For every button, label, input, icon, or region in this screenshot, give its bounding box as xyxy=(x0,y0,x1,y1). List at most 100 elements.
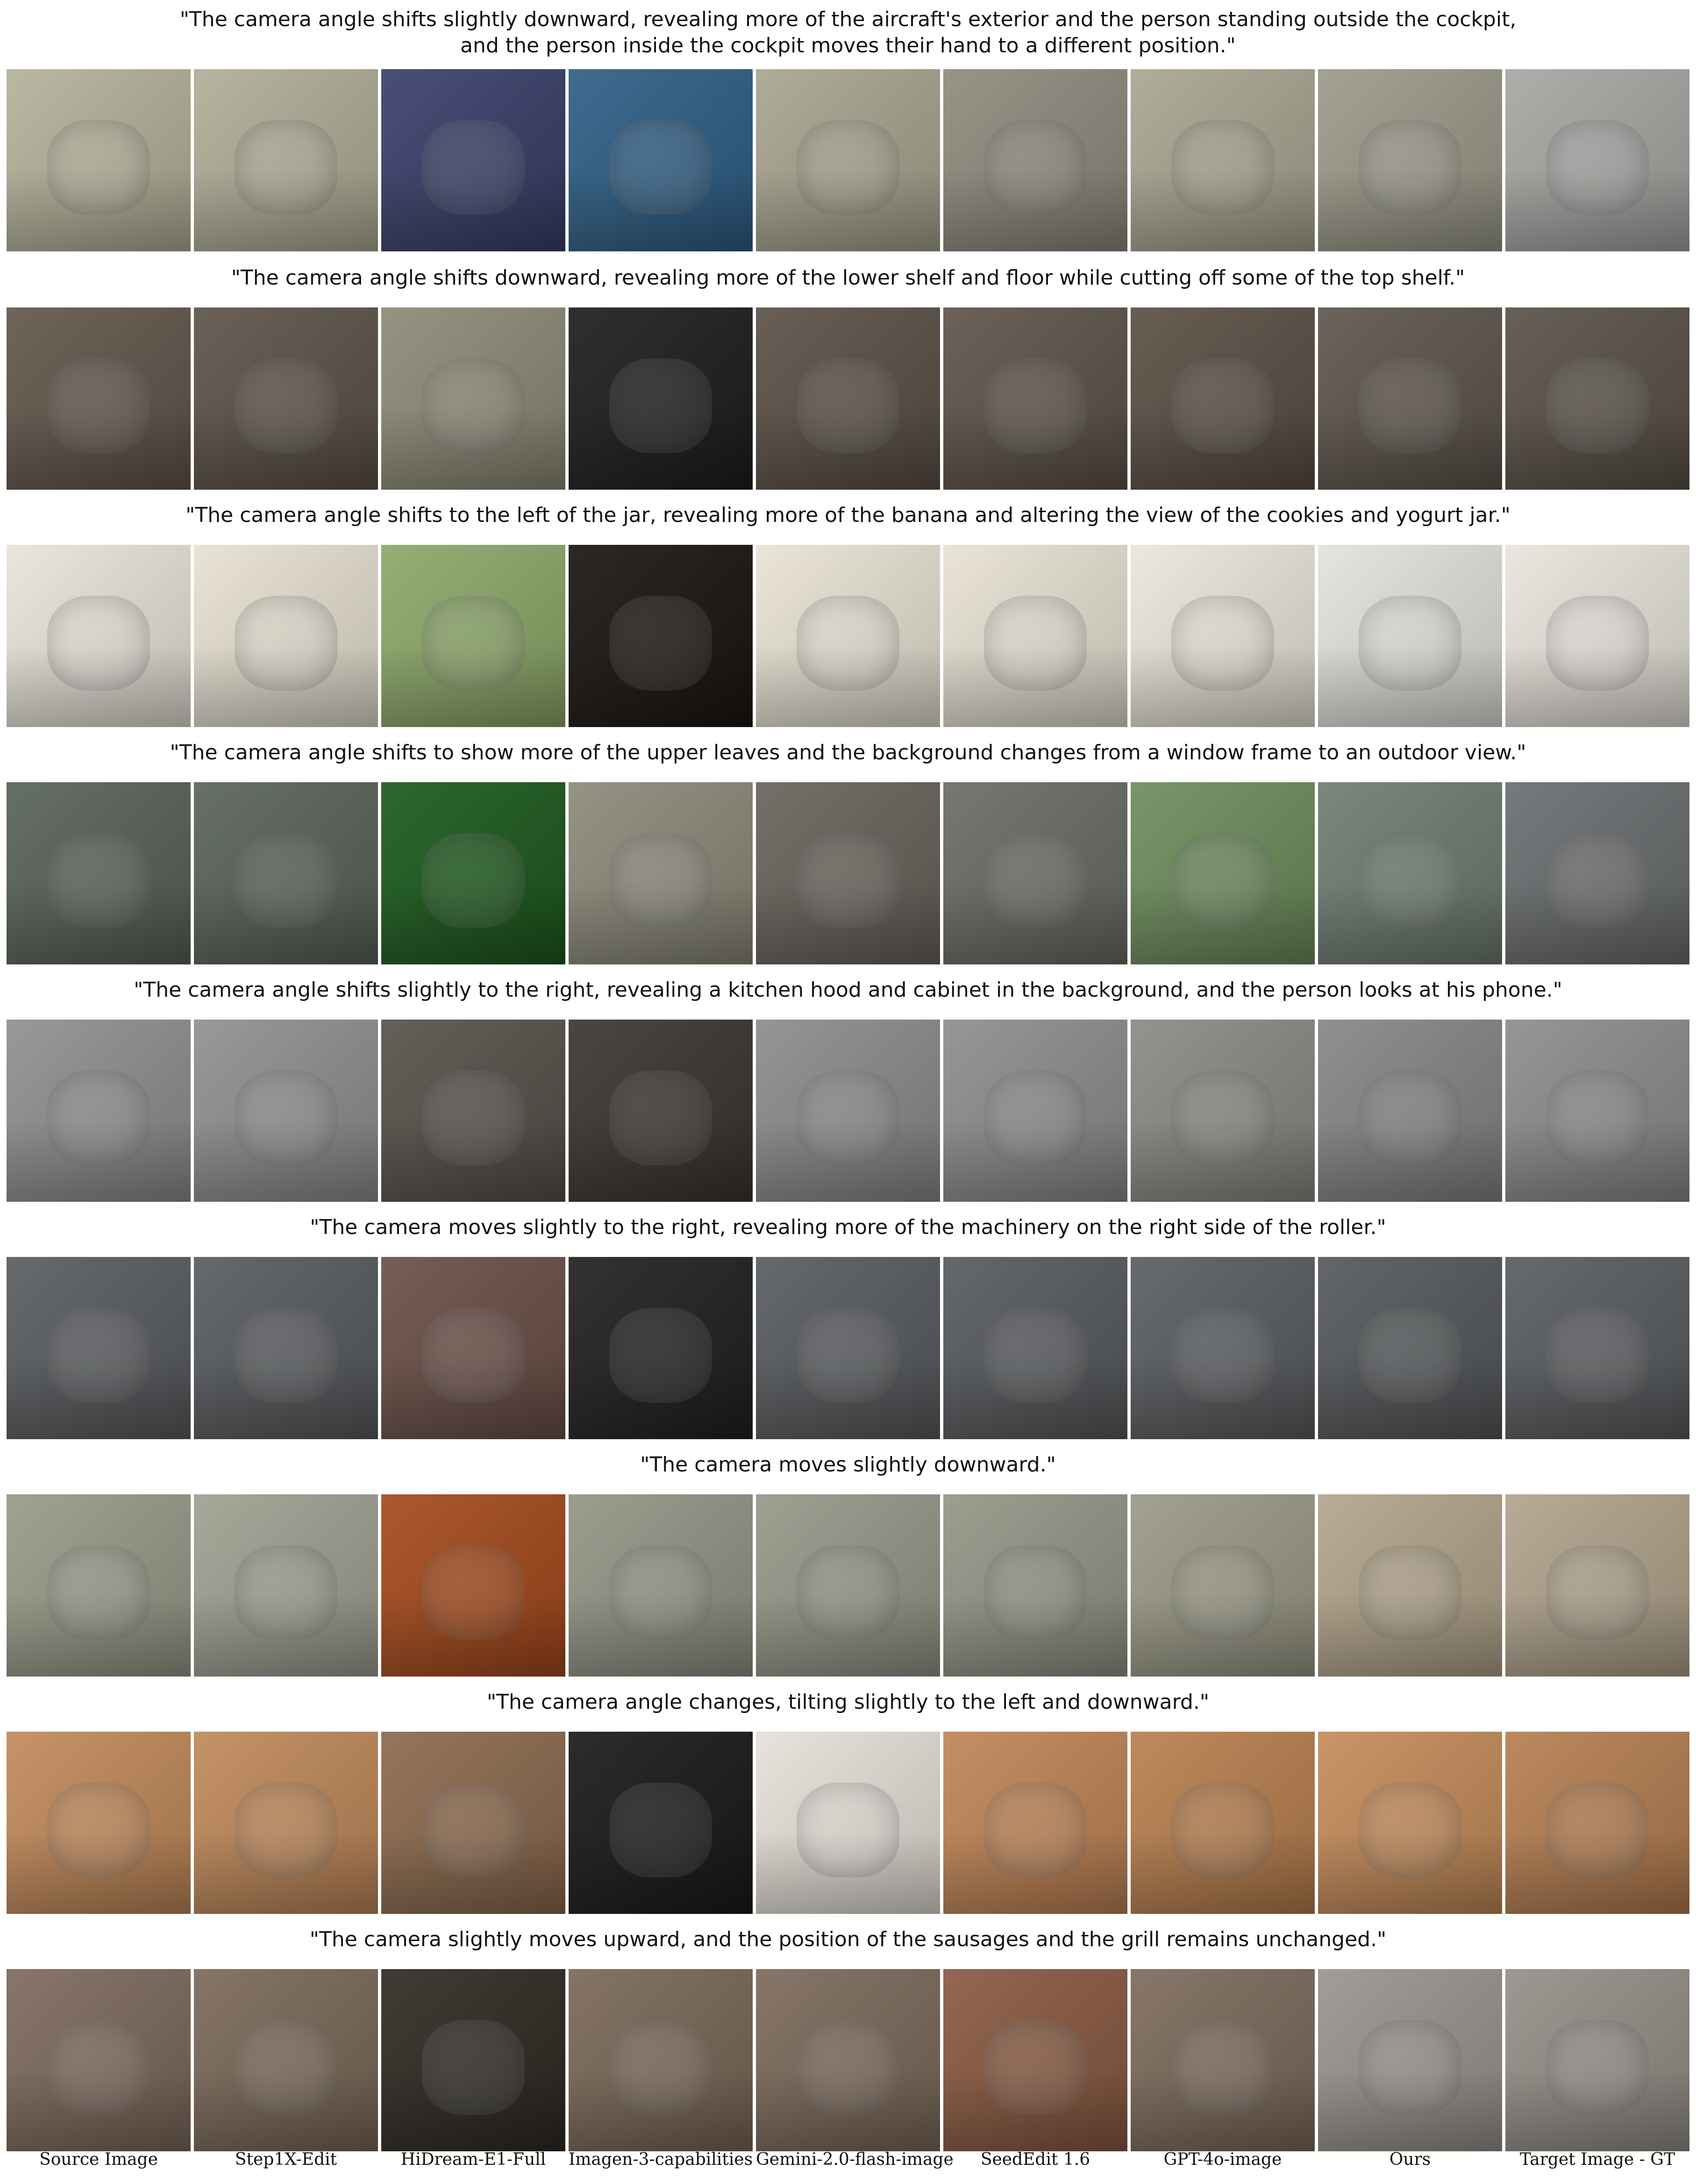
image-subject xyxy=(234,833,338,928)
image-subject xyxy=(609,1783,713,1877)
image-subject xyxy=(796,1545,900,1640)
comparison-row: "The camera slightly moves upward, and t… xyxy=(0,1914,1696,2151)
result-image xyxy=(381,1257,565,1439)
result-image xyxy=(1131,307,1315,490)
row-caption: "The camera angle shifts to the left of … xyxy=(185,503,1511,527)
result-image xyxy=(943,782,1127,964)
image-subject xyxy=(1546,833,1649,928)
image-subject xyxy=(421,1071,525,1165)
row-caption: "The camera angle shifts slightly to the… xyxy=(134,978,1562,1002)
result-image xyxy=(943,1732,1127,1914)
image-subject xyxy=(1546,1783,1649,1877)
image-subject xyxy=(609,1308,713,1403)
image-subject xyxy=(609,120,713,215)
result-image xyxy=(1318,1257,1502,1439)
result-image xyxy=(1131,1969,1315,2151)
image-subject xyxy=(1171,1545,1275,1640)
image-subject xyxy=(1171,1783,1275,1877)
image-subject xyxy=(983,1783,1087,1877)
row-caption: "The camera angle shifts slightly downwa… xyxy=(179,7,1517,57)
row-caption: "The camera angle shifts to show more of… xyxy=(170,741,1526,764)
result-image xyxy=(756,1257,940,1439)
result-image xyxy=(1318,1494,1502,1677)
image-subject xyxy=(983,2020,1087,2115)
result-image xyxy=(569,1732,753,1914)
image-subject xyxy=(796,596,900,691)
image-subject xyxy=(234,2020,338,2115)
result-image xyxy=(943,1494,1127,1677)
result-image xyxy=(943,69,1127,251)
image-subject xyxy=(983,1071,1087,1165)
image-subject xyxy=(1358,1308,1462,1403)
result-image xyxy=(194,1969,378,2151)
result-image xyxy=(194,307,378,490)
image-strip xyxy=(7,1969,1689,2151)
comparison-row: "The camera angle shifts to the left of … xyxy=(0,490,1696,727)
result-image xyxy=(194,1494,378,1677)
result-image xyxy=(1318,69,1502,251)
row-caption: "The camera moves slightly to the right,… xyxy=(310,1215,1386,1239)
image-subject xyxy=(1358,2020,1462,2115)
image-subject xyxy=(421,358,525,453)
image-subject xyxy=(47,1545,150,1640)
image-strip xyxy=(7,1494,1689,1677)
result-image xyxy=(1131,1257,1315,1439)
image-subject xyxy=(609,358,713,453)
comparison-row: "The camera moves slightly downward." xyxy=(0,1439,1696,1677)
comparison-row: "The camera moves slightly to the right,… xyxy=(0,1202,1696,1439)
image-strip xyxy=(7,307,1689,490)
image-strip xyxy=(7,1732,1689,1914)
image-subject xyxy=(47,1071,150,1165)
image-subject xyxy=(1358,1545,1462,1640)
image-subject xyxy=(796,120,900,215)
image-subject xyxy=(1358,833,1462,928)
image-subject xyxy=(1546,596,1649,691)
result-image xyxy=(1505,782,1689,964)
comparison-row: "The camera angle changes, tilting sligh… xyxy=(0,1677,1696,1914)
image-strip xyxy=(7,545,1689,727)
result-image xyxy=(7,1969,191,2151)
image-subject xyxy=(1358,358,1462,453)
result-image xyxy=(7,1732,191,1914)
result-image xyxy=(569,545,753,727)
result-image xyxy=(569,1020,753,1202)
result-image xyxy=(756,1020,940,1202)
method-label: SeedEdit 1.6 xyxy=(980,2150,1090,2169)
result-image xyxy=(569,1969,753,2151)
result-image xyxy=(1505,1494,1689,1677)
result-image xyxy=(756,1969,940,2151)
result-image xyxy=(1318,545,1502,727)
image-subject xyxy=(47,1308,150,1403)
image-subject xyxy=(609,1545,713,1640)
row-caption: "The camera angle changes, tilting sligh… xyxy=(486,1690,1210,1714)
image-subject xyxy=(796,2020,900,2115)
image-subject xyxy=(47,1783,150,1877)
method-label: Imagen-3-capabilities xyxy=(569,2150,753,2169)
result-image xyxy=(7,1020,191,1202)
result-image xyxy=(756,545,940,727)
image-subject xyxy=(983,1545,1087,1640)
comparison-row: "The camera angle shifts slightly downwa… xyxy=(0,0,1696,251)
result-image xyxy=(1318,1020,1502,1202)
result-image xyxy=(569,1257,753,1439)
image-subject xyxy=(234,1545,338,1640)
image-subject xyxy=(234,120,338,215)
image-subject xyxy=(234,1308,338,1403)
result-image xyxy=(7,307,191,490)
result-image xyxy=(194,1732,378,1914)
result-image xyxy=(1505,1257,1689,1439)
image-subject xyxy=(1546,2020,1649,2115)
image-subject xyxy=(421,1545,525,1640)
result-image xyxy=(569,69,753,251)
result-image xyxy=(7,545,191,727)
result-image xyxy=(1505,307,1689,490)
image-subject xyxy=(796,1783,900,1877)
image-subject xyxy=(1171,1071,1275,1165)
image-subject xyxy=(983,120,1087,215)
image-subject xyxy=(1171,833,1275,928)
image-subject xyxy=(47,596,150,691)
image-subject xyxy=(796,1071,900,1165)
result-image xyxy=(194,782,378,964)
image-subject xyxy=(983,358,1087,453)
result-image xyxy=(194,545,378,727)
